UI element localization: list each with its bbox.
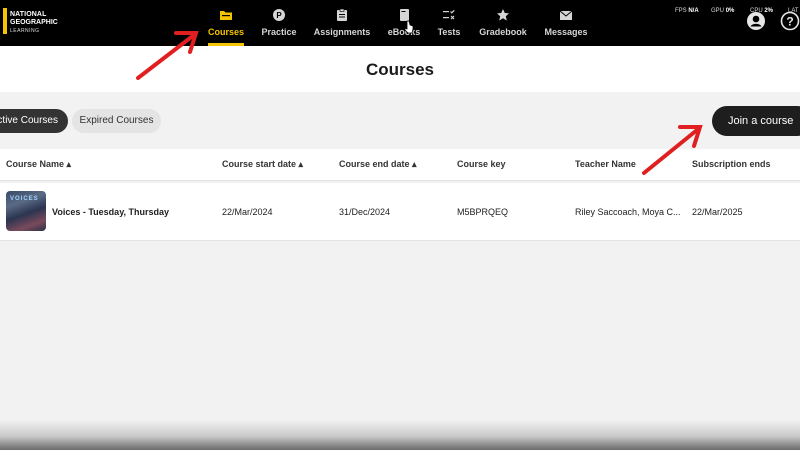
annotation-arrows	[136, 31, 703, 175]
arrow-to-courses	[136, 31, 199, 80]
arrow-to-join-course	[642, 125, 703, 175]
